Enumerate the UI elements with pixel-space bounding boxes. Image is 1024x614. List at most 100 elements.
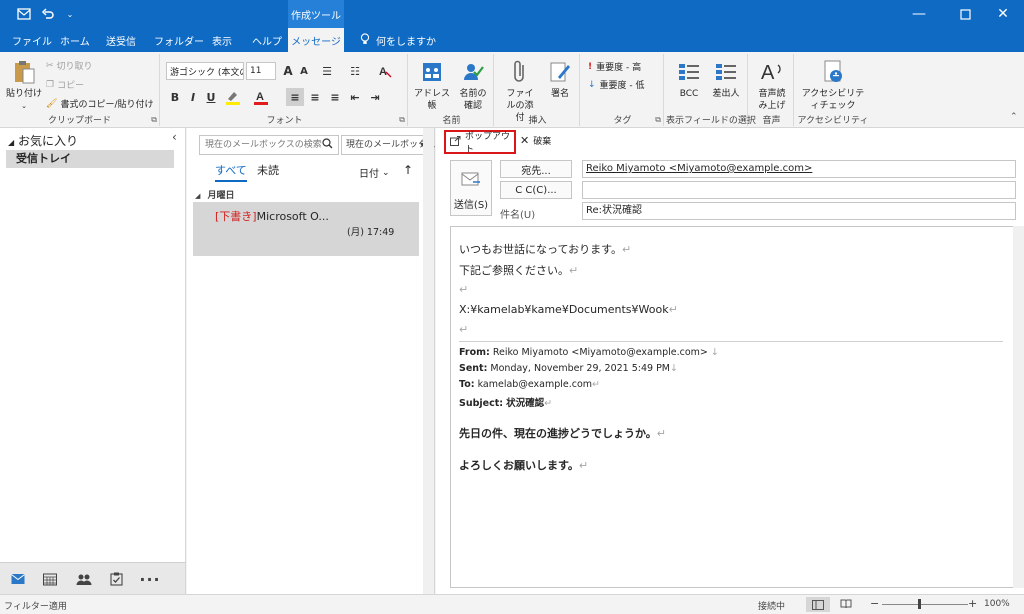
- font-dialog-launcher-icon[interactable]: ⧉: [399, 115, 405, 125]
- mail-icon[interactable]: [6, 569, 30, 589]
- tasks-icon[interactable]: [104, 569, 128, 589]
- clear-formatting-icon[interactable]: A: [376, 62, 394, 80]
- to-button[interactable]: 宛先...: [500, 160, 572, 178]
- collapse-ribbon-icon[interactable]: ⌃: [1010, 112, 1018, 122]
- address-book-button[interactable]: アドレス帳: [412, 58, 452, 112]
- undo-icon[interactable]: [38, 4, 58, 24]
- zoom-in-icon[interactable]: +: [968, 597, 977, 610]
- zoom-out-icon[interactable]: −: [870, 597, 879, 610]
- numbering-icon[interactable]: ☷: [346, 62, 364, 80]
- group-header-monday[interactable]: ◢ 月曜日: [195, 188, 235, 201]
- reading-view-icon[interactable]: [840, 599, 852, 612]
- zoom-slider[interactable]: [882, 604, 968, 605]
- cc-field[interactable]: [582, 181, 1016, 199]
- read-aloud-icon: A: [758, 58, 786, 86]
- high-importance-button[interactable]: ! 重要度 - 高: [588, 60, 641, 74]
- popout-button[interactable]: ポップアウト: [444, 130, 516, 155]
- paste-button[interactable]: 貼り付け ⌄: [6, 58, 42, 112]
- body-line: X:¥kamelab¥kame¥Documents¥Wook↵: [459, 303, 678, 316]
- increase-indent-icon[interactable]: ⇥: [366, 88, 384, 106]
- message-body-editor[interactable]: いつもお世話になっております。↵ 下記ご参照ください。↵ ↵ X:¥kamela…: [450, 226, 1016, 588]
- subject-field[interactable]: Re:状況確認: [582, 202, 1016, 220]
- bold-button[interactable]: B: [166, 88, 184, 106]
- clipboard-dialog-launcher-icon[interactable]: ⧉: [151, 115, 157, 125]
- underline-button[interactable]: U: [202, 88, 220, 106]
- close-icon[interactable]: ✕: [980, 0, 1024, 28]
- copy-button[interactable]: ❐ コピー: [46, 78, 85, 92]
- high-importance-icon: !: [588, 61, 593, 72]
- sort-direction-up-icon[interactable]: ↑: [403, 163, 413, 177]
- list-item-time: (月) 17:49: [347, 227, 395, 238]
- filter-all-tab[interactable]: すべて: [215, 162, 247, 182]
- align-left-icon[interactable]: ≡: [286, 88, 304, 106]
- tab-folder[interactable]: フォルダー: [146, 28, 212, 52]
- more-icon[interactable]: ···: [138, 569, 162, 589]
- decrease-indent-icon[interactable]: ⇤: [346, 88, 364, 106]
- list-item-title: [下書き]Microsoft O...: [215, 208, 329, 224]
- paste-label: 貼り付け: [6, 89, 43, 99]
- italic-button[interactable]: I: [184, 88, 202, 106]
- tab-help[interactable]: ヘルプ: [244, 28, 290, 52]
- cut-button[interactable]: ✂ 切り取り: [46, 59, 93, 73]
- tab-view[interactable]: 表示: [204, 28, 240, 52]
- tags-dialog-launcher-icon[interactable]: ⧉: [655, 115, 661, 125]
- folder-pane: ◢ お気に入り ‹ 受信トレイ: [0, 128, 186, 562]
- zoom-slider-thumb[interactable]: [918, 599, 921, 609]
- tell-me-box[interactable]: 何をしますか: [352, 28, 444, 52]
- names-group-label: 名前: [442, 116, 461, 126]
- font-size-select[interactable]: 11: [246, 62, 276, 80]
- sort-by-date-select[interactable]: 日付 ⌄: [359, 165, 390, 181]
- send-button[interactable]: 送信(S): [450, 160, 492, 216]
- highlight-icon[interactable]: [224, 88, 242, 106]
- compose-scrollbar[interactable]: [1013, 226, 1024, 588]
- tab-home[interactable]: ホーム: [52, 28, 98, 52]
- low-importance-icon: ↓: [588, 79, 596, 90]
- minimize-icon[interactable]: —: [896, 0, 942, 28]
- align-center-icon[interactable]: ≡: [306, 88, 324, 106]
- mail-app-icon[interactable]: [14, 4, 34, 24]
- clipboard-icon: [10, 58, 38, 86]
- align-right-icon[interactable]: ≡: [326, 88, 344, 106]
- bcc-label: BCC: [679, 89, 699, 99]
- font-color-icon[interactable]: A: [252, 88, 270, 106]
- signature-label: 署名: [550, 89, 569, 99]
- accessibility-check-icon: [819, 58, 847, 86]
- tab-send-receive[interactable]: 送受信: [98, 28, 144, 52]
- status-filter-applied: フィルター適用: [4, 602, 67, 612]
- shrink-font-button[interactable]: A: [295, 62, 313, 80]
- font-group-label: フォント: [266, 116, 303, 126]
- read-aloud-label: 音声読み上げ: [758, 89, 786, 111]
- collapse-folder-pane-icon[interactable]: ‹: [172, 130, 177, 144]
- bcc-button[interactable]: BCC: [672, 58, 706, 100]
- list-item[interactable]: [下書き]Microsoft O... (月) 17:49: [193, 202, 419, 256]
- chevron-down-icon: ⌄: [382, 167, 390, 178]
- calendar-icon[interactable]: [38, 569, 62, 589]
- tab-message[interactable]: メッセージ: [288, 28, 344, 52]
- format-painter-button[interactable]: 🖌 書式のコピー/貼り付け: [46, 97, 153, 111]
- font-name-select[interactable]: 游ゴシック (本文のフォ: [166, 62, 244, 80]
- copy-label: コピー: [57, 81, 85, 91]
- signature-button[interactable]: 署名: [542, 58, 578, 100]
- cc-button[interactable]: C C(C)...: [500, 181, 572, 199]
- folder-inbox[interactable]: 受信トレイ: [6, 150, 174, 168]
- search-input[interactable]: 現在のメールボックスの検索: [199, 135, 339, 155]
- bullets-icon[interactable]: ☰: [318, 62, 336, 80]
- read-aloud-button[interactable]: A 音声読み上げ: [752, 58, 792, 112]
- check-accessibility-button[interactable]: アクセシビリティチェック: [798, 58, 868, 112]
- from-button[interactable]: 差出人: [708, 58, 744, 100]
- message-list-scrollbar[interactable]: [423, 128, 434, 594]
- customize-qat-icon[interactable]: ⌄: [60, 4, 80, 24]
- zoom-level[interactable]: 100%: [984, 599, 1010, 609]
- discard-button[interactable]: ✕ 破棄: [520, 134, 551, 147]
- lightbulb-icon: [360, 32, 370, 48]
- filter-unread-tab[interactable]: 未読: [257, 162, 279, 178]
- check-names-button[interactable]: 名前の確認: [454, 58, 492, 112]
- search-scope-select[interactable]: 現在のメールボックス ▾: [341, 135, 436, 155]
- normal-view-icon[interactable]: [806, 597, 830, 612]
- include-group-label: 挿入: [528, 116, 547, 126]
- search-icon[interactable]: [322, 138, 333, 152]
- favorites-header[interactable]: ◢ お気に入り: [8, 132, 78, 149]
- people-icon[interactable]: [72, 569, 96, 589]
- low-importance-button[interactable]: ↓ 重要度 - 低: [588, 78, 645, 92]
- to-field[interactable]: Reiko Miyamoto <Miyamoto@example.com>: [582, 160, 1016, 178]
